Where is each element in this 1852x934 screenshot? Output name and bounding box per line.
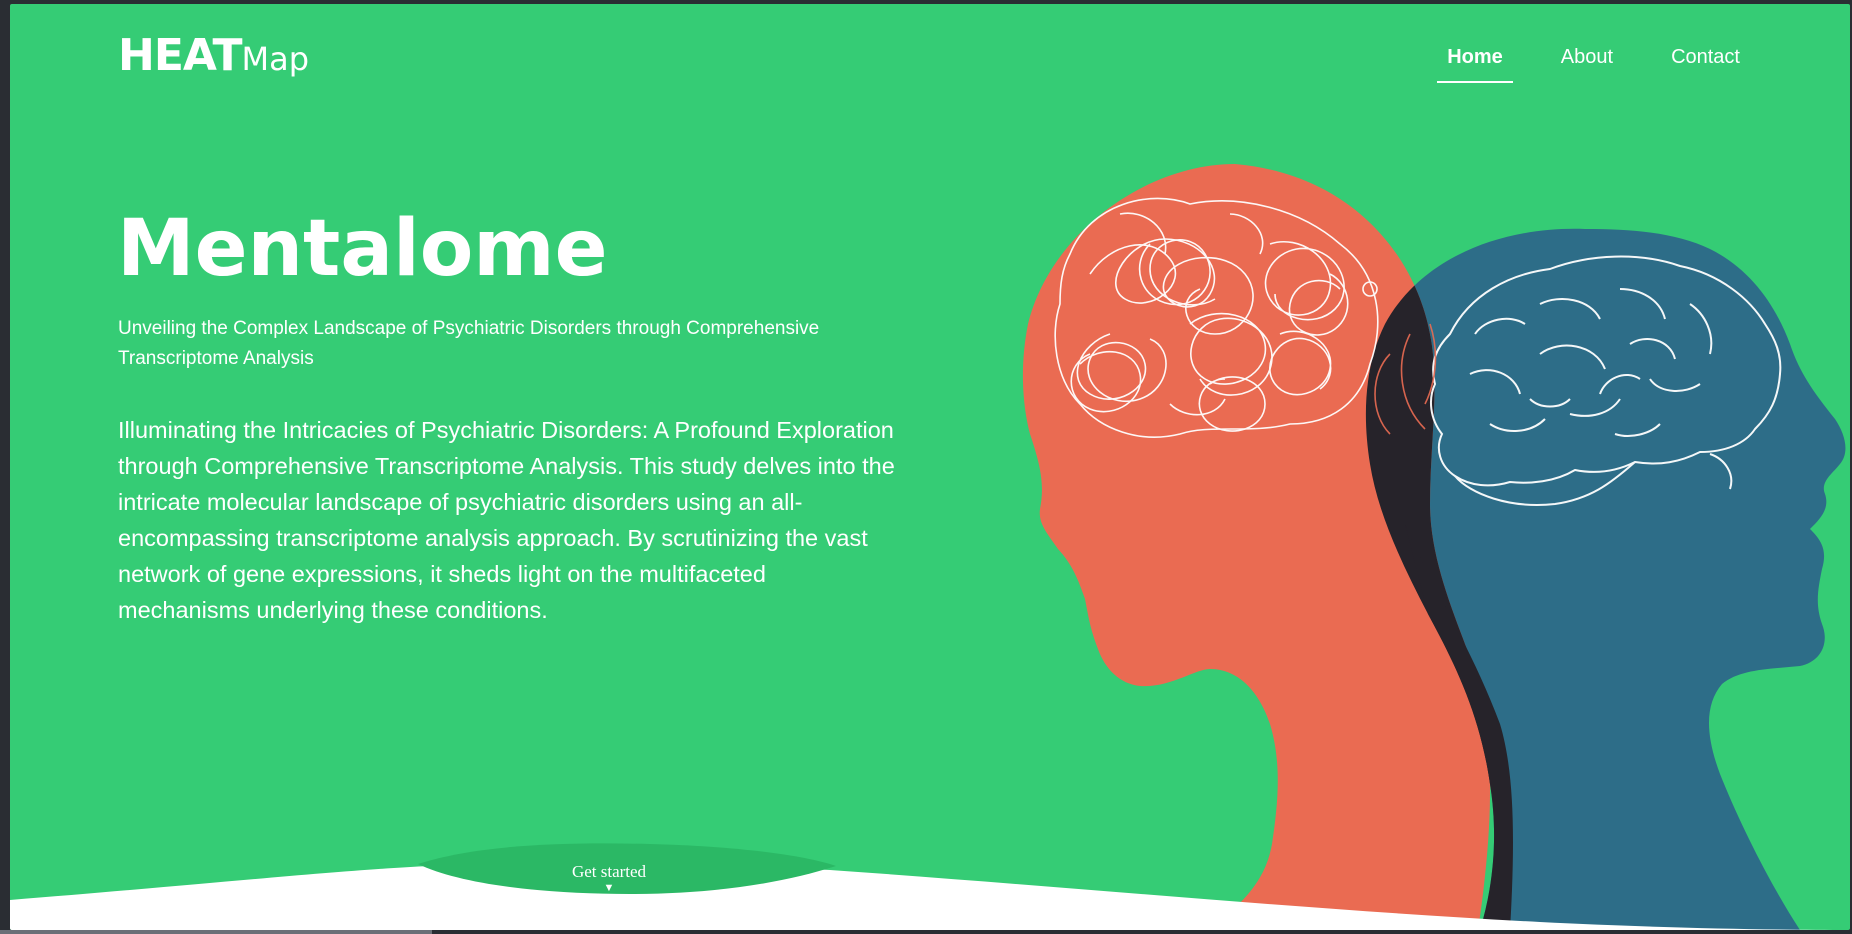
horizontal-scrollbar[interactable] (0, 930, 432, 934)
hero-subtitle: Unveiling the Complex Landscape of Psych… (118, 318, 820, 369)
get-started-label: Get started (571, 862, 647, 881)
main-nav: Home About Contact (1437, 42, 1750, 83)
hero-description: Illuminating the Intricacies of Psychiat… (118, 417, 895, 623)
nav-home[interactable]: Home (1437, 42, 1513, 83)
caret-down-icon: ▼ (603, 882, 615, 894)
logo[interactable]: HEATMap (118, 30, 309, 81)
get-started-button[interactable]: Get started ▼ (546, 862, 672, 894)
nav-contact[interactable]: Contact (1661, 42, 1750, 83)
logo-bold-text: HEAT (118, 30, 243, 81)
hero-title: Mentalome (117, 204, 608, 294)
page-window: HEATMap Home About Contact Mentalome Unv… (10, 4, 1850, 930)
nav-about[interactable]: About (1551, 42, 1623, 83)
logo-light-text: Map (241, 40, 310, 78)
